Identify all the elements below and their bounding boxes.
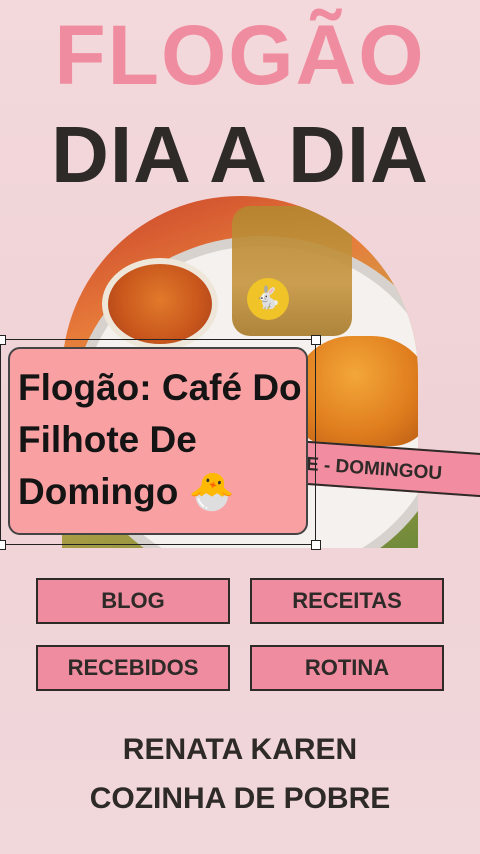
title-top: FLOGÃO bbox=[54, 8, 426, 102]
resize-handle-bottom-right[interactable] bbox=[311, 540, 321, 550]
coffee-cup bbox=[232, 206, 352, 336]
selection-box[interactable] bbox=[0, 339, 316, 545]
resize-handle-top-right[interactable] bbox=[311, 335, 321, 345]
resize-handle-bottom-left[interactable] bbox=[0, 540, 6, 550]
blog-button[interactable]: BLOG bbox=[36, 578, 230, 624]
footer-subtitle: COZINHA DE POBRE bbox=[89, 782, 391, 815]
rotina-button[interactable]: ROTINA bbox=[250, 645, 444, 691]
footer-name: RENATA KAREN bbox=[122, 733, 358, 766]
rabbit-icon: 🐇 bbox=[247, 278, 289, 320]
receitas-button[interactable]: RECEITAS bbox=[250, 578, 444, 624]
resize-handle-top-left[interactable] bbox=[0, 335, 6, 345]
recebidos-button[interactable]: RECEBIDOS bbox=[36, 645, 230, 691]
title-bottom: DIA A DIA bbox=[51, 110, 429, 199]
cake bbox=[102, 258, 218, 350]
